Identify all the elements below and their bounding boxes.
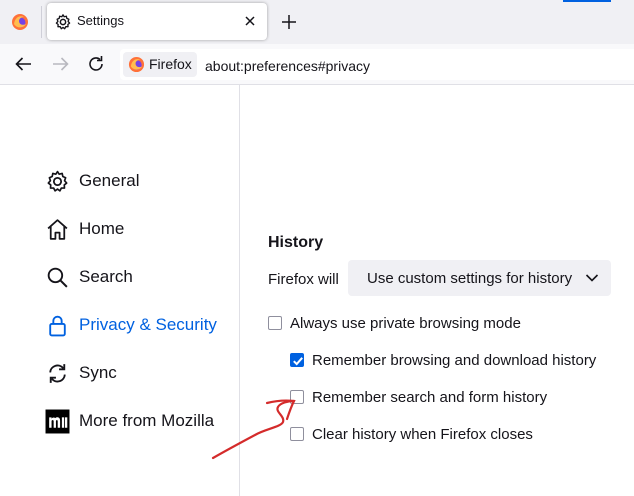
remember-search-option[interactable]: Remember search and form history xyxy=(290,386,547,408)
firefox-logo-icon xyxy=(12,14,28,30)
history-mode-label: Firefox will xyxy=(268,271,339,288)
navigation-toolbar: Firefox about:preferences#privacy xyxy=(0,44,634,85)
option-label: Remember search and form history xyxy=(312,388,548,406)
sidebar-item-general[interactable]: General xyxy=(44,166,139,196)
privacy-pane: History Firefox will Use custom settings… xyxy=(240,85,634,496)
identity-label: Firefox xyxy=(149,56,192,72)
window-accent xyxy=(563,0,611,2)
mozilla-icon xyxy=(44,408,70,434)
chevron-down-icon xyxy=(585,274,599,282)
remember-search-checkbox[interactable] xyxy=(290,390,304,404)
tab-title: Settings xyxy=(77,13,124,28)
checkmark-icon xyxy=(293,357,303,366)
url-text[interactable]: about:preferences#privacy xyxy=(205,58,370,74)
search-icon xyxy=(44,264,70,290)
sidebar-item-privacy-security[interactable]: Privacy & Security xyxy=(44,310,217,340)
close-icon[interactable] xyxy=(241,12,259,30)
clear-history-checkbox[interactable] xyxy=(290,427,304,441)
remember-browsing-option[interactable]: Remember browsing and download history xyxy=(290,349,596,371)
firefox-logo-icon xyxy=(128,56,145,73)
sidebar-item-more-from-mozilla[interactable]: More from Mozilla xyxy=(44,406,214,436)
plus-icon[interactable] xyxy=(278,11,300,33)
lock-icon xyxy=(44,312,70,338)
history-mode-dropdown[interactable]: Use custom settings for history xyxy=(348,260,611,296)
sidebar-item-label: More from Mozilla xyxy=(79,411,215,430)
forward-arrow-icon[interactable] xyxy=(49,53,71,75)
firefox-tab[interactable] xyxy=(0,0,40,44)
gear-icon xyxy=(55,14,71,30)
sidebar-item-label: Home xyxy=(79,219,125,238)
sidebar-item-sync[interactable]: Sync xyxy=(44,358,117,388)
gear-icon xyxy=(44,168,70,194)
option-label: Remember browsing and download history xyxy=(312,351,597,369)
option-label: Clear history when Firefox closes xyxy=(312,425,533,443)
sidebar-item-search[interactable]: Search xyxy=(44,262,133,292)
sidebar-item-label: Privacy & Security xyxy=(79,315,217,334)
sidebar-item-label: Search xyxy=(79,267,133,286)
tab-separator xyxy=(41,6,42,38)
home-icon xyxy=(44,216,70,242)
remember-browsing-checkbox[interactable] xyxy=(290,353,304,367)
tab-strip: Settings xyxy=(0,0,634,44)
history-mode-value: Use custom settings for history xyxy=(367,270,573,287)
sidebar-item-home[interactable]: Home xyxy=(44,214,124,244)
url-bar[interactable]: Firefox about:preferences#privacy xyxy=(120,49,634,80)
tab-settings[interactable]: Settings xyxy=(47,3,267,40)
private-browsing-checkbox[interactable] xyxy=(268,316,282,330)
identity-box[interactable]: Firefox xyxy=(123,52,197,77)
category-sidebar: General Home Search Privacy & Security S… xyxy=(0,85,240,496)
clear-history-option[interactable]: Clear history when Firefox closes xyxy=(290,423,533,445)
sidebar-item-label: General xyxy=(79,171,140,190)
preferences-content: General Home Search Privacy & Security S… xyxy=(0,85,634,496)
sidebar-item-label: Sync xyxy=(79,363,117,382)
reload-icon[interactable] xyxy=(85,53,107,75)
option-label: Always use private browsing mode xyxy=(290,314,521,332)
sync-icon xyxy=(44,360,70,386)
history-section-title: History xyxy=(268,234,324,251)
back-arrow-icon[interactable] xyxy=(13,53,35,75)
private-browsing-option[interactable]: Always use private browsing mode xyxy=(268,312,521,334)
